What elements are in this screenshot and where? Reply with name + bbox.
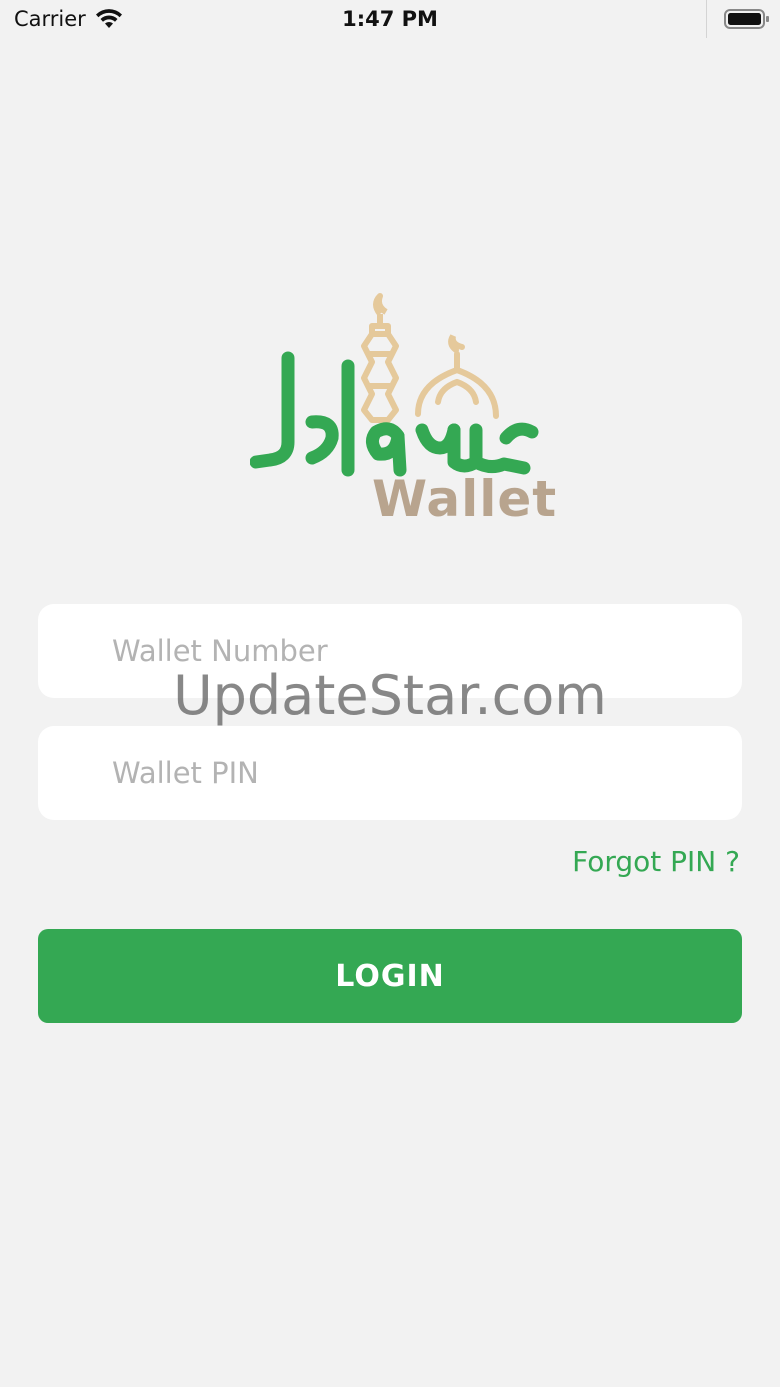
wallet-pin-input[interactable] — [112, 726, 722, 820]
wallet-pin-field[interactable] — [38, 726, 742, 820]
status-divider — [706, 0, 707, 38]
wallet-number-input[interactable] — [112, 604, 722, 698]
status-time: 1:47 PM — [342, 7, 438, 31]
wallet-number-field[interactable] — [38, 604, 742, 698]
login-button[interactable]: LOGIN — [38, 929, 742, 1023]
status-bar: Carrier 1:47 PM — [0, 0, 780, 40]
forgot-pin-link[interactable]: Forgot PIN ? — [572, 845, 740, 878]
battery-icon — [724, 9, 769, 29]
logo-wordmark: Wallet — [372, 470, 558, 528]
